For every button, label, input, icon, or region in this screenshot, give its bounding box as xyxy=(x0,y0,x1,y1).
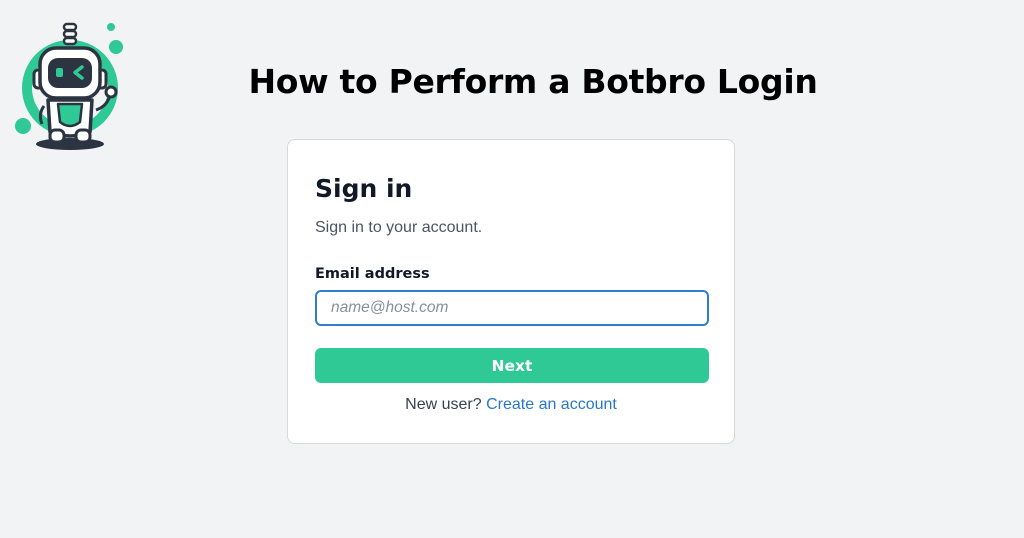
signin-subtitle: Sign in to your account. xyxy=(315,219,483,236)
signin-card: Sign in Sign in to your account. Email a… xyxy=(287,139,735,444)
signin-title: Sign in xyxy=(315,174,413,203)
email-field[interactable] xyxy=(315,290,709,326)
new-user-text: New user? xyxy=(405,396,482,413)
email-label: Email address xyxy=(315,266,430,282)
next-button[interactable]: Next xyxy=(315,348,709,383)
create-account-link[interactable]: Create an account xyxy=(486,396,617,413)
page-title: How to Perform a Botbro Login xyxy=(248,62,818,101)
signup-row: New user? Create an account xyxy=(288,396,734,414)
page: How to Perform a Botbro Login Sign in Si… xyxy=(0,0,1024,538)
